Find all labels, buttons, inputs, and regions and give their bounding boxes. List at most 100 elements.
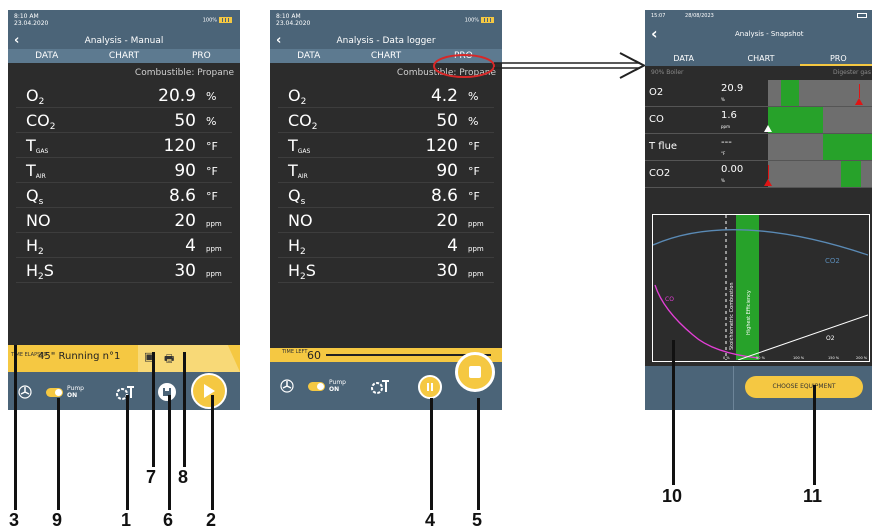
measurement-row: H2 4 ppm — [16, 233, 232, 258]
page-title: Analysis - Data logger — [336, 36, 436, 46]
tab-data[interactable]: DATA — [270, 49, 347, 63]
tab-bar: DATA CHART PRO — [8, 49, 240, 63]
measurement-value: 30 — [174, 261, 196, 281]
measurement-unit: ppm — [468, 245, 484, 253]
o2-label: O2 — [826, 335, 835, 342]
tab-pro[interactable]: PRO — [799, 53, 872, 66]
pause-button[interactable] — [418, 375, 442, 399]
measurement-row: NO 20 ppm — [278, 208, 494, 233]
pump-toggle[interactable] — [46, 388, 63, 397]
snapshot-screen: 15:07 28/08/2023 ‹ Analysis - Snapshot D… — [645, 10, 872, 410]
callout-5: 5 — [472, 510, 483, 530]
measurement-unit: °F — [206, 190, 218, 203]
co2-label: CO2 — [825, 257, 840, 265]
measurement-value: 50 — [436, 111, 458, 131]
list-item: CO2 0.00% — [645, 161, 872, 188]
callout-11: 11 — [803, 486, 823, 506]
pump-label: Pump ON — [329, 379, 346, 393]
list-item: CO 1.6 ppm — [645, 107, 872, 134]
back-icon[interactable]: ‹ — [14, 34, 19, 47]
tab-chart[interactable]: CHART — [722, 53, 799, 66]
fuel-label: Digester gas — [833, 69, 871, 76]
pro-tab-arrow — [433, 52, 647, 79]
back-icon[interactable]: ‹ — [651, 26, 658, 42]
back-icon[interactable]: ‹ — [276, 34, 281, 47]
stop-button[interactable] — [455, 352, 495, 392]
measurement-name: NO — [288, 211, 313, 230]
page-title: Analysis - Manual — [84, 36, 164, 46]
measurement-row: H2 4 ppm — [278, 233, 494, 258]
callout-line-10 — [672, 340, 675, 485]
efficiency-label: Highest Efficiency — [746, 290, 752, 335]
callout-line-11 — [813, 385, 816, 485]
callout-line-7 — [152, 352, 155, 467]
measurement-unit: ppm — [468, 220, 484, 228]
measurement-name: O2 — [288, 86, 307, 107]
tab-data[interactable]: DATA — [645, 53, 722, 66]
measurement-row: TGAS 120 °F — [278, 133, 494, 158]
status-bar: 8:10 AM 23.04.2020 100% — [270, 10, 502, 34]
tab-bar: DATA CHART PRO — [645, 53, 872, 66]
pause-icon — [427, 383, 433, 391]
list-item: T flue --- °F — [645, 134, 872, 161]
callout-line-8 — [183, 352, 186, 467]
value-marker — [764, 125, 772, 132]
measurement-unit: % — [206, 115, 217, 128]
choose-equipment-button[interactable]: CHOOSE EQUIPMENT — [745, 376, 863, 398]
range-ok — [841, 161, 861, 187]
measurement-row: TAIR 90 °F — [16, 158, 232, 183]
measurement-list: O2 20.9% CO 1.6 ppm T flue --- °F CO2 0.00% — [645, 80, 872, 188]
battery: 100% — [465, 17, 494, 25]
fan-icon[interactable] — [278, 378, 296, 394]
efficiency-band — [736, 215, 759, 360]
print-icon[interactable]: 🖶 — [164, 350, 174, 369]
pump-toggle[interactable] — [308, 382, 325, 391]
co-label: CO — [665, 296, 674, 303]
measurement-name: H2S — [26, 261, 54, 282]
list-item: O2 20.9% — [645, 80, 872, 107]
settings-probe-icon[interactable] — [114, 384, 136, 402]
measurement-name: Qs — [26, 186, 44, 207]
tab-data[interactable]: DATA — [8, 49, 85, 63]
measurement-name: TGAS — [288, 136, 311, 155]
measurement-value: 8.6 — [430, 186, 458, 206]
x-tick: 150 % — [828, 356, 840, 360]
callout-line-9 — [57, 398, 60, 510]
settings-probe-icon[interactable] — [369, 378, 391, 396]
start-button[interactable] — [191, 373, 227, 409]
measurement-name: Qs — [288, 186, 306, 207]
measurement-row: O2 20.9% — [16, 83, 232, 108]
save-button[interactable] — [158, 383, 176, 401]
battery-icon — [219, 17, 232, 23]
tab-pro[interactable]: PRO — [163, 49, 240, 63]
callout-line-1 — [126, 395, 129, 510]
combustion-graph-canvas: CO2 CO O2 Stoichiometric Combustion High… — [652, 215, 869, 361]
fan-icon[interactable] — [16, 384, 34, 400]
range-gauge — [764, 161, 872, 187]
callout-line-4 — [430, 398, 433, 510]
measurement-unit: ppm — [206, 245, 222, 253]
measurement-unit: ppm — [468, 270, 484, 278]
measurement-unit: % — [206, 90, 217, 103]
measurement-name: H2 — [26, 236, 44, 257]
x-tick: 200 % — [856, 356, 868, 360]
callout-line-3 — [14, 345, 17, 510]
callout-line-2 — [211, 395, 214, 510]
running-status: 45" Running n°1 — [38, 351, 121, 362]
measurement-unit: °F — [206, 140, 218, 153]
range-gauge — [768, 80, 872, 106]
x-tick: 50 % — [756, 356, 766, 360]
battery-icon — [481, 17, 494, 23]
measurement-unit: °F — [468, 165, 480, 178]
tab-chart[interactable]: CHART — [347, 49, 424, 63]
measurement-unit: °F — [468, 190, 480, 203]
tab-chart[interactable]: CHART — [85, 49, 162, 63]
range-gauge — [764, 107, 872, 133]
battery-icon — [857, 13, 867, 18]
measurement-name: O2 — [26, 86, 45, 107]
measurement-row: H2S 30 ppm — [278, 258, 494, 283]
header: ‹ Analysis - Manual — [8, 34, 240, 49]
callout-line-6 — [168, 395, 171, 510]
measurement-value: 120 — [425, 136, 458, 156]
value-marker — [855, 98, 863, 105]
